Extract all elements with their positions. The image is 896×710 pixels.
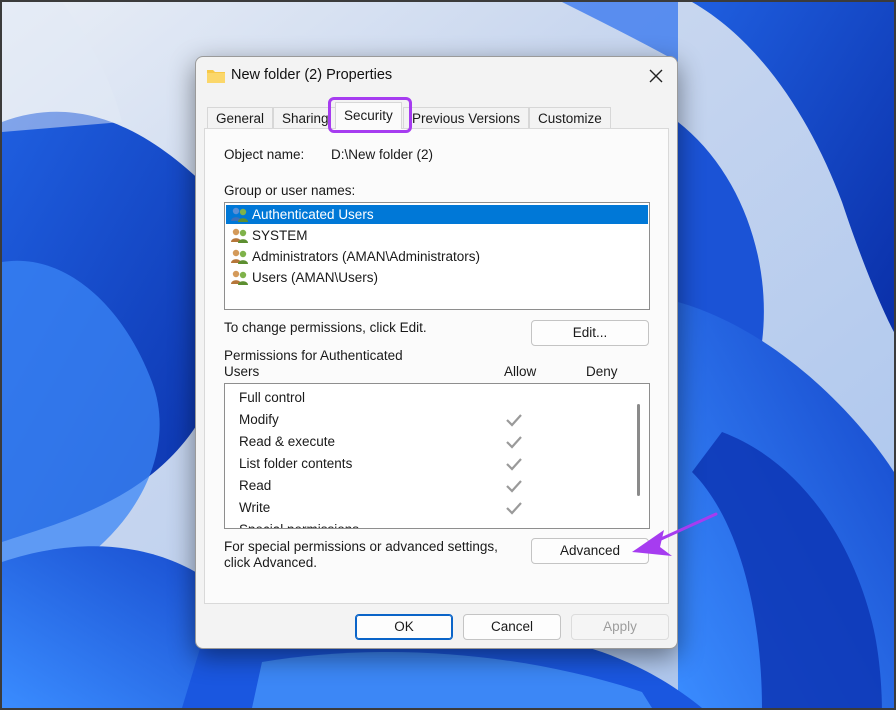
- tab-security[interactable]: Security: [335, 102, 402, 129]
- edit-button[interactable]: Edit...: [531, 320, 649, 346]
- users-list[interactable]: Authenticated Users SYSTEM Administrator…: [224, 202, 650, 310]
- permission-row: Read: [239, 475, 639, 497]
- advanced-text: For special permissions or advanced sett…: [224, 539, 498, 554]
- permission-row: Special permissions: [239, 519, 639, 528]
- permission-name: Special permissions: [239, 519, 359, 528]
- ok-button[interactable]: OK: [355, 614, 453, 640]
- user-name: Administrators (AMAN\Administrators): [252, 249, 481, 264]
- title-bar[interactable]: New folder (2) Properties: [196, 57, 677, 95]
- deny-column-header: Deny: [586, 364, 618, 379]
- object-name-label: Object name:: [224, 147, 305, 162]
- advanced-button[interactable]: Advanced: [531, 538, 649, 564]
- permission-row: Modify: [239, 409, 639, 431]
- cancel-button[interactable]: Cancel: [463, 614, 561, 640]
- users-group-icon: [231, 270, 248, 285]
- permission-row: Write: [239, 497, 639, 519]
- advanced-text-cont: click Advanced.: [224, 555, 318, 570]
- security-panel: Object name: D:\New folder (2) Group or …: [204, 128, 669, 604]
- permission-row: List folder contents: [239, 453, 639, 475]
- permission-name: Read: [239, 478, 272, 493]
- permissions-for-label: Permissions for Authenticated: [224, 348, 403, 363]
- close-icon[interactable]: [645, 65, 667, 87]
- tab-customize[interactable]: Customize: [529, 107, 611, 130]
- list-item[interactable]: Administrators (AMAN\Administrators): [226, 247, 648, 266]
- folder-icon: [207, 70, 225, 83]
- permission-name: Full control: [239, 390, 306, 405]
- tab-general[interactable]: General: [207, 107, 274, 130]
- checkmark-icon: [506, 502, 522, 515]
- permission-name: Read & execute: [239, 434, 336, 449]
- apply-button[interactable]: Apply: [571, 614, 669, 640]
- window-title: New folder (2) Properties: [231, 67, 393, 83]
- object-name-value: D:\New folder (2): [331, 147, 434, 162]
- user-name: Users (AMAN\Users): [252, 270, 379, 285]
- permission-row: Read & execute: [239, 431, 639, 453]
- change-permissions-text: To change permissions, click Edit.: [224, 320, 427, 335]
- permissions-scrollbar[interactable]: [637, 404, 640, 496]
- checkmark-icon: [506, 480, 522, 493]
- permission-name: Write: [239, 500, 271, 515]
- user-name: SYSTEM: [252, 228, 308, 243]
- permission-row: Full control: [239, 387, 639, 409]
- permissions-for-label-cont: Users: [224, 364, 260, 379]
- permission-name: List folder contents: [239, 456, 353, 471]
- users-group-icon: [231, 249, 248, 264]
- tab-sharing[interactable]: Sharing: [273, 107, 338, 130]
- users-group-icon: [231, 207, 248, 222]
- checkmark-icon: [506, 436, 522, 449]
- list-item[interactable]: SYSTEM: [226, 226, 648, 245]
- properties-dialog: New folder (2) Properties General Sharin…: [195, 56, 678, 649]
- tab-previous-versions[interactable]: Previous Versions: [403, 107, 530, 130]
- user-name: Authenticated Users: [252, 207, 374, 222]
- permission-name: Modify: [239, 412, 279, 427]
- permissions-list[interactable]: Full control Modify Read & execute List …: [224, 383, 650, 529]
- group-names-label: Group or user names:: [224, 183, 356, 198]
- checkmark-icon: [506, 458, 522, 471]
- users-group-icon: [231, 228, 248, 243]
- list-item[interactable]: Users (AMAN\Users): [226, 268, 648, 287]
- checkmark-icon: [506, 414, 522, 427]
- allow-column-header: Allow: [504, 364, 537, 379]
- list-item[interactable]: Authenticated Users: [226, 205, 648, 224]
